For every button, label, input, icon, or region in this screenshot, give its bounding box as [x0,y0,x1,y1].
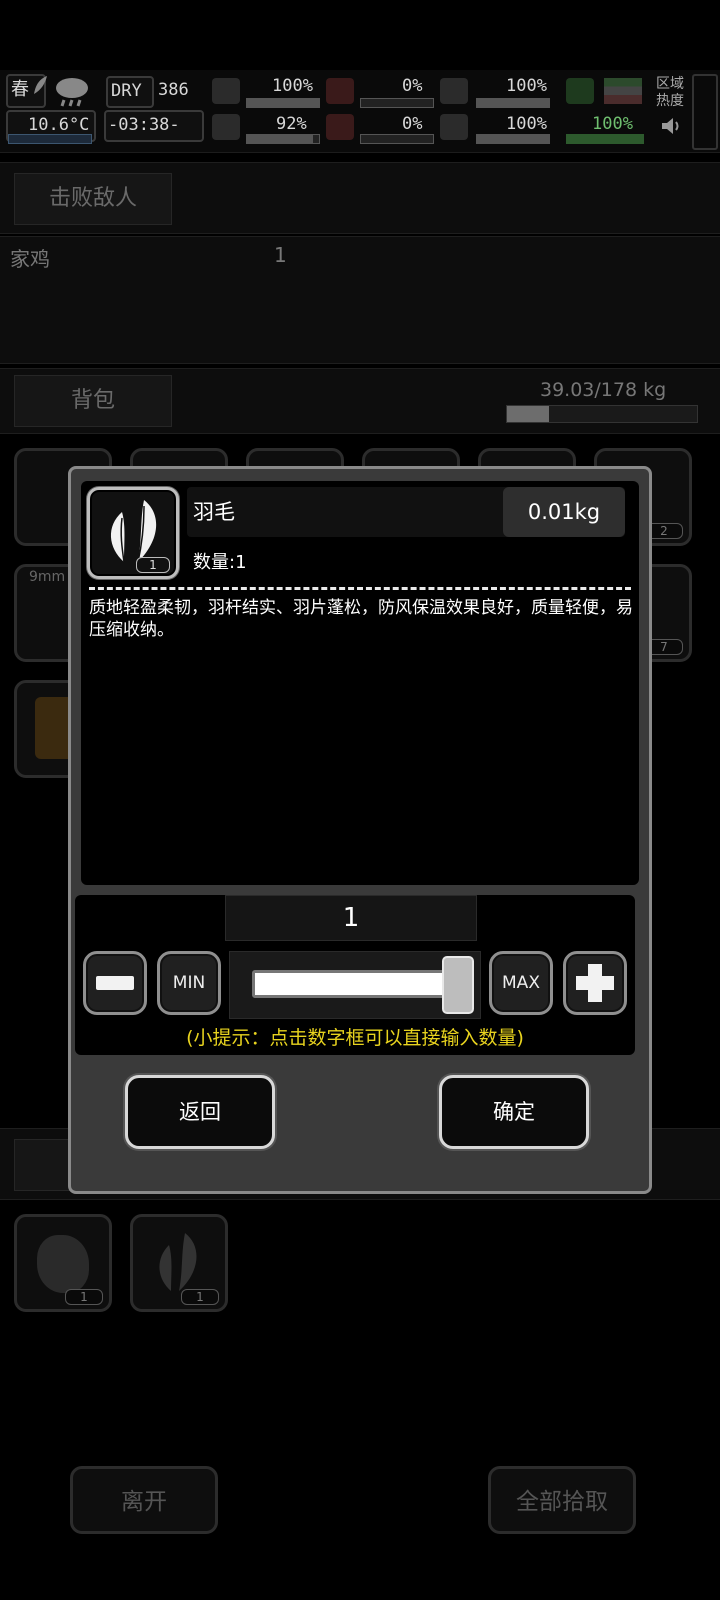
thirst-bar [360,134,434,144]
stamina-value: 100% [506,76,547,96]
zone-stat-bar [566,134,644,144]
rain-cloud-icon [52,74,92,108]
item-icon-slot: 1 [87,487,179,579]
sanity-value: 92% [276,114,307,134]
decrease-button[interactable] [83,951,147,1015]
side-panel-handle[interactable] [692,74,718,150]
enemy-name: 家鸡 [10,247,50,271]
hunger-value: 0% [402,76,423,96]
ammo-label: 9mm [29,569,66,585]
item-quantity-dialog: 1 羽毛 0.01kg 数量:1 质地轻盈柔韧，羽杆结实、羽片蓬松，防风保温效果… [68,466,652,1194]
clock-time: -03:38- [108,115,180,135]
min-button[interactable]: MIN [157,951,221,1015]
mood-bar [476,134,550,144]
weather-tag-box: DRY [106,76,154,108]
brain-icon [212,114,240,140]
item-name: 羽毛 [193,500,235,524]
stamina-bar [476,98,550,108]
leaf-icon [32,74,48,96]
slider-track [252,970,446,998]
stomach-icon [326,78,354,104]
enemy-list: 家鸡 1 [0,236,720,364]
back-button[interactable]: 返回 [125,1075,275,1149]
season-label: 春 [11,79,29,100]
temperature-bar [8,134,92,144]
enemy-count: 1 [274,243,287,267]
zone-stat-value: 100% [592,114,633,134]
leave-button[interactable]: 离开 [70,1466,218,1534]
mood-value: 100% [506,114,547,134]
loot-slot[interactable]: 1 [14,1214,112,1312]
quantity-input[interactable]: 1 [225,895,477,941]
item-weight: 0.01kg [503,487,625,537]
backpack-weight-bar [506,405,698,423]
status-hud: 春 10.6°C DRY 386 -03:38- 100% 92% 0% 0% [0,70,720,153]
lungs-icon [440,78,468,104]
item-icon-count: 1 [136,557,170,573]
temperature-value: 10.6°C [28,115,90,135]
backpack-weight: 39.03/178 kg [540,379,667,401]
loot-slot[interactable]: 1 [130,1214,228,1312]
zone-flag [604,78,642,104]
loot-count: 1 [181,1289,219,1305]
heart-icon [440,114,468,140]
thirst-value: 0% [402,114,423,134]
flask-icon [566,78,594,104]
confirm-button[interactable]: 确定 [439,1075,589,1149]
loot-count: 1 [65,1289,103,1305]
item-info-panel: 1 羽毛 0.01kg 数量:1 质地轻盈柔韧，羽杆结实、羽片蓬松，防风保温效果… [81,481,639,885]
quantity-selector: 1 MIN MAX (小提示：点击数字框可以直接输入数量) [75,895,635,1055]
quantity-slider[interactable] [229,951,481,1019]
item-name-bar: 羽毛 0.01kg [187,487,625,537]
backpack-header: 背包 39.03/178 kg [0,368,720,434]
zone-heat-label: 区域热度 [656,76,684,109]
medkit-icon [212,78,240,104]
max-button[interactable]: MAX [489,951,553,1015]
minus-icon [96,976,134,990]
tab-backpack[interactable]: 背包 [14,375,172,427]
meat-icon [37,1235,89,1293]
item-quantity-label: 数量:1 [193,552,247,573]
hunger-bar [360,98,434,108]
increase-button[interactable] [563,951,627,1015]
defeat-header: 击败敌人 [0,162,720,234]
clock-box: -03:38- [104,110,204,142]
sanity-bar [246,134,320,144]
slider-thumb[interactable] [442,956,474,1014]
plus-icon-vertical [588,964,602,1002]
input-hint: (小提示：点击数字框可以直接输入数量) [186,1027,524,1049]
tab-defeated-enemies[interactable]: 击败敌人 [14,173,172,225]
health-bar [246,98,320,108]
speaker-icon[interactable] [660,116,682,136]
pickup-all-button[interactable]: 全部拾取 [488,1466,636,1534]
water-drop-icon [326,114,354,140]
dashed-divider [89,587,631,590]
feather-icon [159,1233,197,1291]
weather-tag: DRY [111,81,142,101]
health-value: 100% [272,76,313,96]
day-counter: 386 [158,80,189,100]
item-description: 质地轻盈柔韧，羽杆结实、羽片蓬松，防风保温效果良好，质量轻便，易压缩收纳。 [89,598,633,640]
